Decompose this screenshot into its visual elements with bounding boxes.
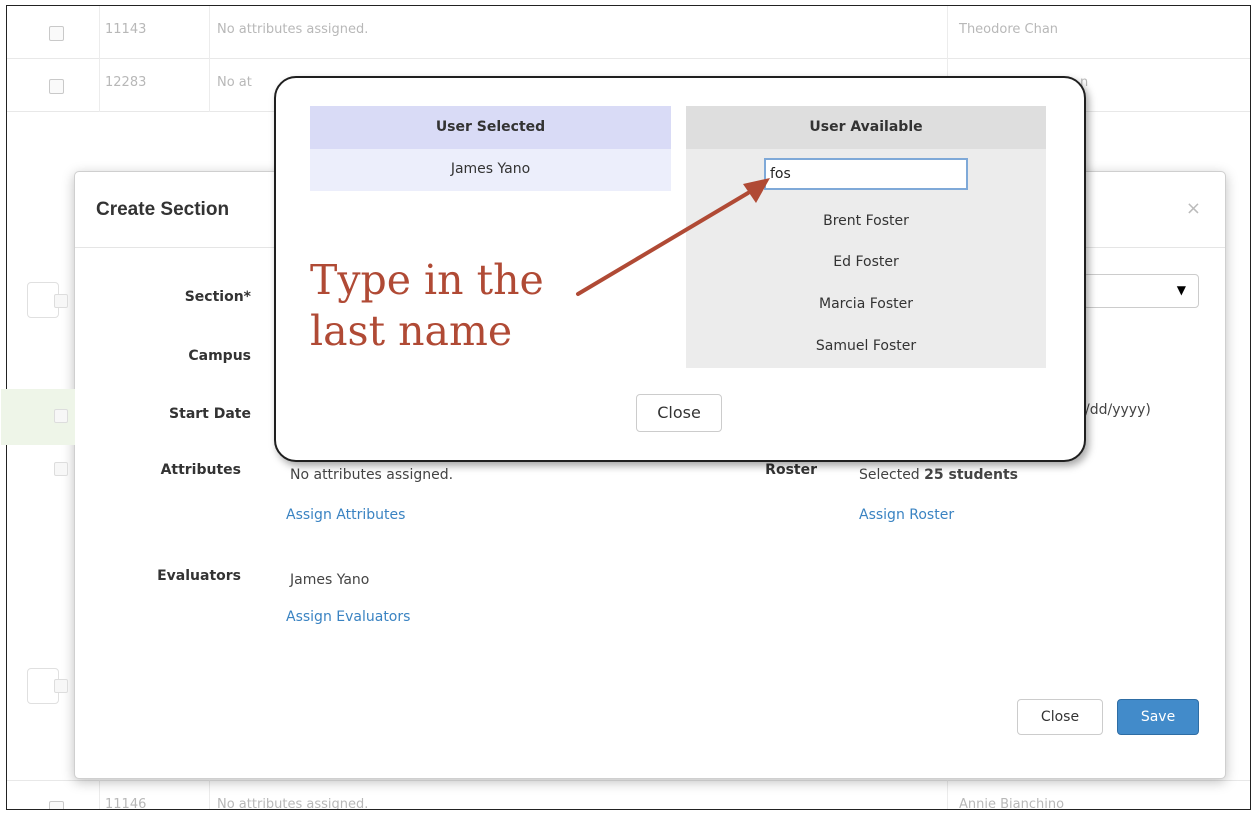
row-id: 12283 <box>105 75 147 90</box>
row-id: 11143 <box>105 22 147 37</box>
attributes-value: No attributes assigned. <box>290 467 454 483</box>
assign-roster-link[interactable]: Assign Roster <box>859 507 954 523</box>
start-date-label: Start Date <box>169 406 251 422</box>
date-format-hint: /dd/yyyy) <box>1085 402 1151 418</box>
save-button[interactable]: Save <box>1117 699 1199 735</box>
background-checkbox <box>54 294 68 308</box>
available-user-item[interactable]: Samuel Foster <box>686 338 1046 354</box>
available-user-item[interactable]: Brent Foster <box>686 213 1046 229</box>
available-user-item[interactable]: Marcia Foster <box>686 296 1046 312</box>
row-evaluator: Theodore Chan <box>959 22 1059 37</box>
user-search-input[interactable] <box>764 158 968 190</box>
column-divider <box>947 780 948 809</box>
row-checkbox[interactable] <box>49 26 64 41</box>
background-checkbox <box>54 409 68 423</box>
modal-close-button[interactable]: Close <box>1017 699 1103 735</box>
evaluators-label: Evaluators <box>157 568 241 584</box>
user-available-list: Brent Foster Ed Foster Marcia Foster Sam… <box>686 149 1046 368</box>
instruction-annotation: Type in the last name <box>310 255 544 358</box>
column-divider <box>209 6 210 112</box>
annotation-line: last name <box>310 307 513 356</box>
table-row[interactable]: 11146 No attributes assigned. Annie Bian… <box>7 780 1250 810</box>
roster-label: Roster <box>765 462 817 478</box>
table-row[interactable]: 11143 No attributes assigned. Theodore C… <box>7 6 1250 59</box>
section-select[interactable]: ▼ <box>1083 274 1199 308</box>
column-divider <box>99 780 100 809</box>
column-divider <box>209 780 210 809</box>
column-divider <box>99 6 100 112</box>
roster-value: Selected 25 students <box>859 467 1018 483</box>
row-attributes: No attributes assigned. <box>217 22 369 37</box>
background-checkbox <box>54 462 68 476</box>
chevron-down-icon: ▼ <box>1176 283 1186 297</box>
modal-title: Create Section <box>96 199 230 220</box>
user-available-header: User Available <box>686 106 1046 149</box>
section-label: Section* <box>184 289 251 305</box>
roster-count: 25 students <box>924 467 1019 483</box>
row-checkbox[interactable] <box>49 801 64 809</box>
assign-evaluators-link[interactable]: Assign Evaluators <box>286 609 410 625</box>
selected-user-item[interactable]: James Yano <box>310 149 671 191</box>
attributes-label: Attributes <box>160 462 241 478</box>
row-checkbox[interactable] <box>49 79 64 94</box>
row-attributes: No attributes assigned. <box>217 797 369 810</box>
evaluators-value: James Yano <box>290 572 370 588</box>
annotation-line: Type in the <box>310 256 544 304</box>
available-user-item[interactable]: Ed Foster <box>686 254 1046 270</box>
row-attributes: No at <box>217 75 252 90</box>
close-icon[interactable]: × <box>1186 198 1201 219</box>
roster-prefix: Selected <box>859 467 920 483</box>
row-evaluator: Annie Bianchino <box>959 797 1065 810</box>
assign-attributes-link[interactable]: Assign Attributes <box>286 507 405 523</box>
user-selected-header: User Selected <box>310 106 671 149</box>
background-checkbox <box>54 679 68 693</box>
campus-label: Campus <box>188 348 251 364</box>
row-id: 11146 <box>105 797 147 810</box>
popup-close-button[interactable]: Close <box>636 394 722 432</box>
